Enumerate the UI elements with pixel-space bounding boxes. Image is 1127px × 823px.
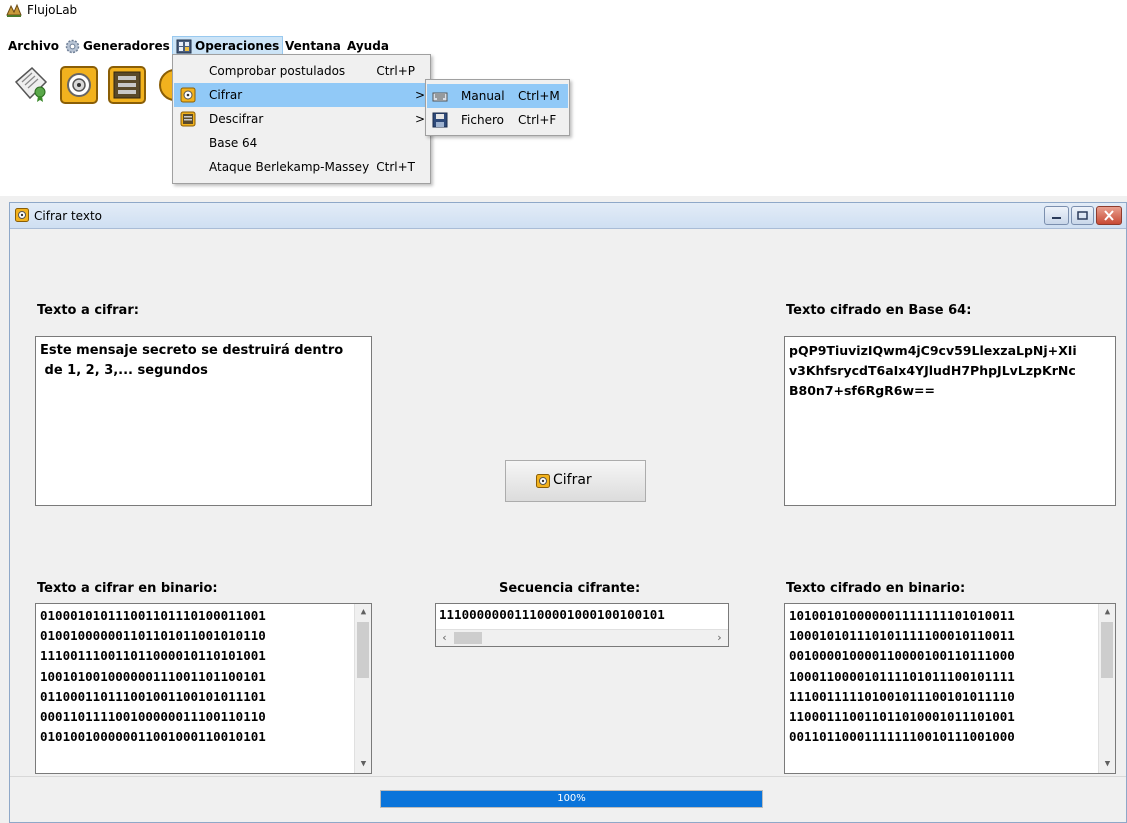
scroll-thumb[interactable] [1101,622,1113,678]
menu-operaciones[interactable]: Operaciones [172,36,284,56]
menu-operaciones-label: Operaciones [195,39,280,53]
safe-decrypt-icon[interactable] [106,64,148,106]
menu-item-shortcut: Ctrl+T [376,160,415,174]
menu-item-shortcut: Ctrl+F [518,113,557,127]
safe-decrypt-icon [180,111,196,127]
window-controls [1044,206,1122,225]
cipher-binary-text: 101001010000001111111101010011 100010101… [789,608,1015,745]
cipher-base64-label: Texto cifrado en Base 64: [786,303,972,318]
app-title: FlujoLab [27,3,78,17]
menu-archivo[interactable]: Archivo [5,36,62,56]
cifrar-button[interactable]: Cifrar [505,460,646,502]
partial-toolbar-icon[interactable] [154,64,174,106]
status-strip: 100% [10,776,1126,822]
flujolab-window: FlujoLab Archivo Generadores Operaciones… [0,0,1127,823]
menu-generadores[interactable]: Generadores [62,36,173,56]
menu-item-label: Cifrar [209,88,243,102]
vertical-scrollbar[interactable]: ▲ ▼ [1098,604,1115,773]
plain-text-input[interactable]: Este mensaje secreto se destruirá dentro… [35,336,372,506]
menu-item-label: Comprobar postulados [209,64,346,78]
menu-ayuda[interactable]: Ayuda [344,36,392,56]
plain-binary-area[interactable]: 010001010111001101110100011001 010010000… [35,603,372,774]
menu-item-fichero[interactable]: Fichero Ctrl+F [427,108,568,132]
keyboard-icon [432,92,448,102]
app-logo-icon [6,3,22,17]
menu-ventana[interactable]: Ventana [282,36,344,56]
scroll-thumb[interactable] [454,632,482,644]
menu-item-label: Manual [461,89,505,103]
safe-encrypt-icon [15,208,29,222]
menu-ventana-label: Ventana [285,39,341,53]
safe-encrypt-icon [536,474,550,488]
keystream-value: 111000000011100001000100100101 [439,607,665,622]
frame-title-bar[interactable]: Cifrar texto [10,203,1126,229]
cifrar-texto-frame: Cifrar texto Texto a cifrar: Este mensaj… [9,202,1127,823]
cipher-binary-label: Texto cifrado en binario: [786,581,966,596]
keystream-field[interactable]: 111000000011100001000100100101 ‹ › [435,603,729,647]
menu-item-base64[interactable]: Base 64 [174,131,429,155]
menu-item-label: Descifrar [209,112,264,126]
close-icon [1104,210,1114,221]
cipher-base64-output[interactable]: pQP9TiuvizIQwm4jC9cv59LlexzaLpNj+XIi v3K… [784,336,1116,506]
menu-item-cifrar[interactable]: Cifrar > [174,83,429,107]
maximize-icon [1077,211,1088,220]
safe-encrypt-icon [180,87,196,103]
scroll-down-icon[interactable]: ▼ [355,756,371,773]
minimize-button[interactable] [1044,206,1069,225]
menu-ayuda-label: Ayuda [347,39,389,53]
menu-item-label: Fichero [461,113,504,127]
menu-item-descifrar[interactable]: Descifrar > [174,107,429,131]
menu-item-shortcut: Ctrl+P [376,64,415,78]
frame-title: Cifrar texto [34,209,102,223]
calculator-icon [176,39,192,54]
menu-item-label: Base 64 [209,136,258,150]
menu-item-manual[interactable]: Manual Ctrl+M [427,84,568,108]
plain-binary-text: 010001010111001101110100011001 010010000… [40,608,266,745]
plain-binary-label: Texto a cifrar en binario: [37,581,218,596]
cipher-binary-area[interactable]: 101001010000001111111101010011 100010101… [784,603,1116,774]
scroll-down-icon[interactable]: ▼ [1099,756,1115,773]
plain-text-label: Texto a cifrar: [37,303,139,318]
cifrar-button-label: Cifrar [553,472,592,488]
progress-bar: 100% [380,790,763,808]
menubar: Archivo Generadores Operaciones Ventana … [0,36,1127,56]
scroll-up-icon[interactable]: ▲ [1099,604,1115,621]
menu-archivo-label: Archivo [8,39,60,53]
maximize-button[interactable] [1071,206,1094,225]
operaciones-dropdown: Comprobar postulados Ctrl+P Cifrar > Des… [172,54,431,184]
menu-item-shortcut: Ctrl+M [518,89,560,103]
menu-item-comprobar-postulados[interactable]: Comprobar postulados Ctrl+P [174,59,429,83]
close-button[interactable] [1096,206,1122,225]
safe-encrypt-icon[interactable] [58,64,100,106]
gear-icon [65,39,80,54]
submenu-arrow-icon: > [414,112,425,126]
submenu-arrow-icon: > [414,88,425,102]
certificate-icon[interactable] [12,64,54,106]
scroll-right-icon[interactable]: › [711,630,728,646]
cifrar-submenu: Manual Ctrl+M Fichero Ctrl+F [425,79,570,136]
scroll-up-icon[interactable]: ▲ [355,604,371,621]
scroll-thumb[interactable] [357,622,369,678]
scroll-left-icon[interactable]: ‹ [436,630,453,646]
horizontal-scrollbar[interactable]: ‹ › [436,629,728,646]
floppy-disk-icon [432,112,448,128]
menu-item-label: Ataque Berlekamp-Massey [209,160,370,174]
progress-label: 100% [557,793,586,804]
menu-item-ataque-berlekamp-massey[interactable]: Ataque Berlekamp-Massey Ctrl+T [174,155,429,179]
minimize-icon [1052,217,1061,219]
app-title-bar: FlujoLab [0,0,1127,36]
keystream-label: Secuencia cifrante: [499,581,641,596]
vertical-scrollbar[interactable]: ▲ ▼ [354,604,371,773]
menu-generadores-label: Generadores [83,39,170,53]
